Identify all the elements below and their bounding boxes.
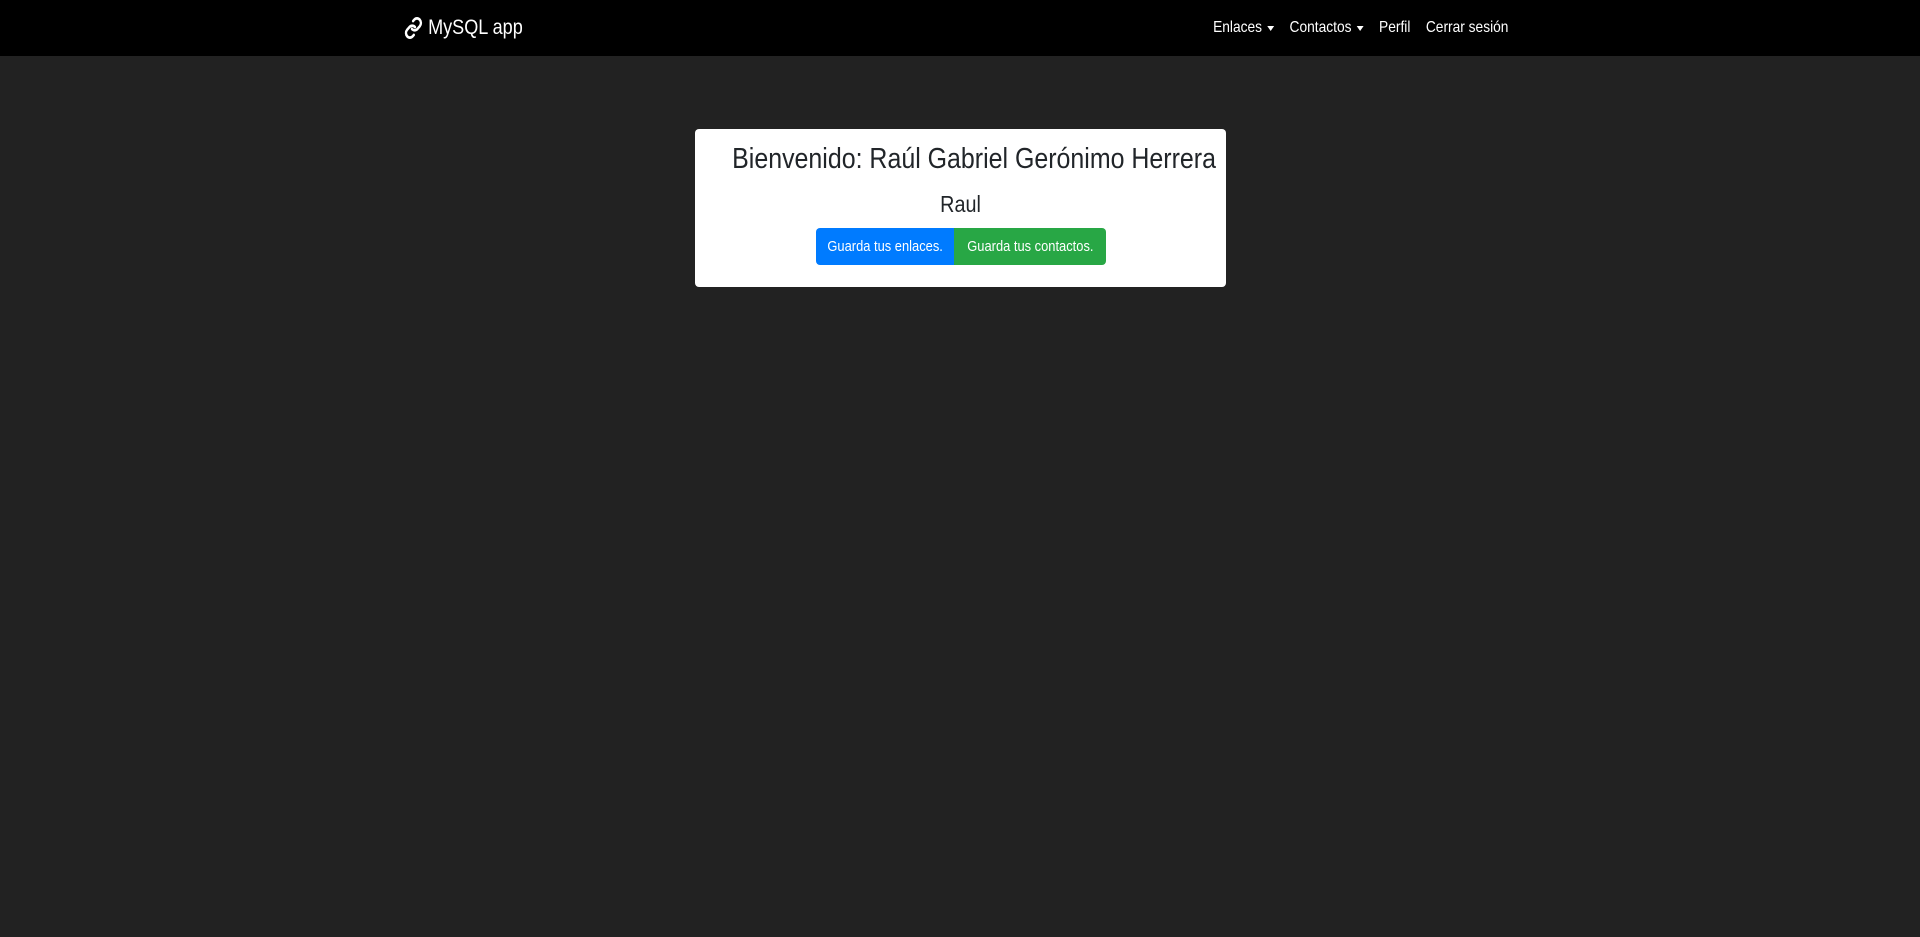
brand-label: MySQL app <box>428 16 523 39</box>
caret-down-icon <box>1356 25 1364 31</box>
navbar: MySQL app Enlaces Contactos Perfil Cerra… <box>0 0 1920 56</box>
nav-enlaces-dropdown[interactable]: Enlaces <box>1205 19 1281 37</box>
nav-enlaces-label: Enlaces <box>1212 19 1262 36</box>
save-contacts-label: Guarda tus contactos. <box>966 238 1094 255</box>
save-links-button[interactable]: Guarda tus enlaces. <box>816 228 954 265</box>
brand-link[interactable]: MySQL app <box>404 16 523 40</box>
nav-contactos-dropdown[interactable]: Contactos <box>1281 19 1370 37</box>
welcome-card: Bienvenido: Raúl Gabriel Gerónimo Herrer… <box>695 129 1226 287</box>
link-icon <box>404 17 423 39</box>
nav-links: Enlaces Contactos Perfil Cerrar sesión <box>1205 19 1508 37</box>
action-button-group: Guarda tus enlaces. Guarda tus contactos… <box>816 228 1106 265</box>
navbar-container: MySQL app Enlaces Contactos Perfil Cerra… <box>404 0 1508 56</box>
save-links-label: Guarda tus enlaces. <box>827 238 943 255</box>
nav-logout-link[interactable]: Cerrar sesión <box>1418 19 1508 37</box>
nav-contactos-label: Contactos <box>1289 19 1352 36</box>
save-contacts-button[interactable]: Guarda tus contactos. <box>954 228 1106 265</box>
nav-perfil-link[interactable]: Perfil <box>1371 19 1418 37</box>
username-heading: Raul <box>940 191 981 217</box>
welcome-heading: Bienvenido: Raúl Gabriel Gerónimo Herrer… <box>732 143 1216 175</box>
caret-down-icon <box>1266 25 1274 31</box>
